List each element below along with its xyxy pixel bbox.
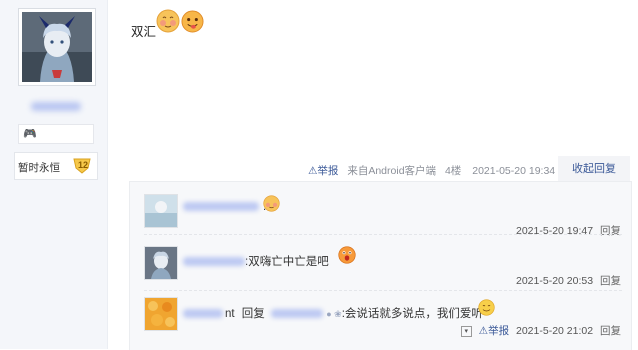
badge-icons: ● ❀ xyxy=(326,309,342,319)
author-avatar[interactable] xyxy=(18,8,96,86)
reply-username-blurred[interactable] xyxy=(183,309,223,319)
author-badge[interactable]: 🎮 xyxy=(18,124,94,144)
post-content: 双汇 xyxy=(131,25,157,39)
report-link[interactable]: ⚠举报 xyxy=(479,325,509,337)
author-name-blurred[interactable] xyxy=(31,102,81,111)
bashful-emoji-icon xyxy=(263,195,280,212)
reply-button[interactable]: 回复 xyxy=(600,225,621,237)
reply-avatar[interactable] xyxy=(144,297,178,331)
reply-content: : xyxy=(183,201,266,213)
divider xyxy=(144,290,622,291)
reply-content: :双嗨亡中亡是吧 xyxy=(183,253,329,269)
reply-footer: ▾ ⚠举报 2021-5-20 21:02 回复 xyxy=(460,323,621,338)
post-floor: 4楼 xyxy=(444,165,462,177)
reply-avatar[interactable] xyxy=(144,194,178,228)
reply-avatar[interactable] xyxy=(144,246,178,280)
level-title: 暂时永恒 xyxy=(18,162,60,174)
reply-time: 2021-5-20 20:53 xyxy=(516,275,594,287)
reply-target-blurred[interactable] xyxy=(271,309,323,319)
author-sidebar: 🎮 暂时永恒 12 xyxy=(0,0,108,349)
chevron-down-icon[interactable]: ▾ xyxy=(460,325,472,337)
game-controller-icon: 🎮 xyxy=(23,128,37,140)
reply-footer: 2021-5-20 20:53 回复 xyxy=(516,273,621,288)
reply-footer: 2021-5-20 19:47 回复 xyxy=(516,223,621,238)
avatar-image xyxy=(22,12,92,82)
tongue-out-emoji-icon xyxy=(181,10,204,33)
report-link[interactable]: ⚠举报 xyxy=(308,165,338,177)
reply-button[interactable]: 回复 xyxy=(600,325,621,337)
post-time: 2021-05-20 19:34 xyxy=(472,165,556,177)
surprised-emoji-icon xyxy=(338,246,356,264)
reply-time: 2021-5-20 19:47 xyxy=(516,225,594,237)
reply-word: 回复 xyxy=(241,308,265,320)
reply-button[interactable]: 回复 xyxy=(600,275,621,287)
post-source: 来自Android客户端 xyxy=(347,165,437,177)
collapse-replies-button[interactable]: 收起回复 xyxy=(558,156,630,182)
smile-emoji-icon xyxy=(478,299,495,316)
reply-time: 2021-5-20 21:02 xyxy=(516,325,594,337)
post-meta: ⚠举报 来自Android客户端 4楼 2021-05-20 19:34 xyxy=(308,163,555,177)
reply-list: : 2021-5-20 19:47 回复 :双嗨亡中亡是吧 xyxy=(129,181,632,350)
author-level[interactable]: 暂时永恒 12 xyxy=(14,152,98,180)
reply-username-blurred[interactable] xyxy=(183,257,245,267)
bashful-emoji-icon xyxy=(156,9,180,33)
divider xyxy=(144,234,622,235)
reply-username-blurred[interactable] xyxy=(183,202,259,212)
reply-content: nt 回复 ● ❀:会说话就多说点，我们爱听 xyxy=(183,305,483,321)
level-number: 12 xyxy=(78,160,89,170)
